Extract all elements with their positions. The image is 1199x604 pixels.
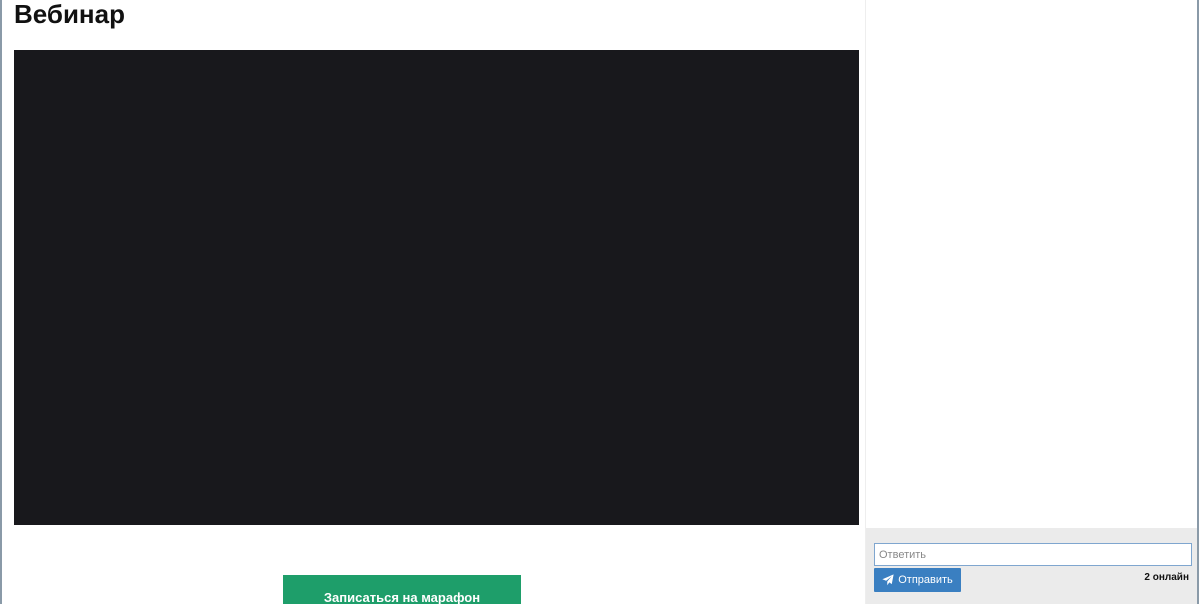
page-title: Вебинар (14, 0, 125, 29)
main-content: Вебинар Записаться на марафон (2, 0, 866, 604)
reply-input[interactable] (874, 543, 1192, 566)
signup-marathon-button[interactable]: Записаться на марафон (283, 575, 521, 604)
paper-plane-icon (882, 574, 894, 586)
chat-panel: Отправить 2 онлайн (866, 0, 1197, 604)
send-button[interactable]: Отправить (874, 568, 961, 592)
chat-messages[interactable] (866, 0, 1197, 528)
video-player[interactable] (14, 50, 859, 525)
chat-footer: Отправить 2 онлайн (866, 528, 1197, 604)
online-count: 2 онлайн (1144, 572, 1189, 583)
webinar-page: Вебинар Записаться на марафон Отправить … (0, 0, 1199, 604)
send-button-label: Отправить (898, 574, 953, 586)
